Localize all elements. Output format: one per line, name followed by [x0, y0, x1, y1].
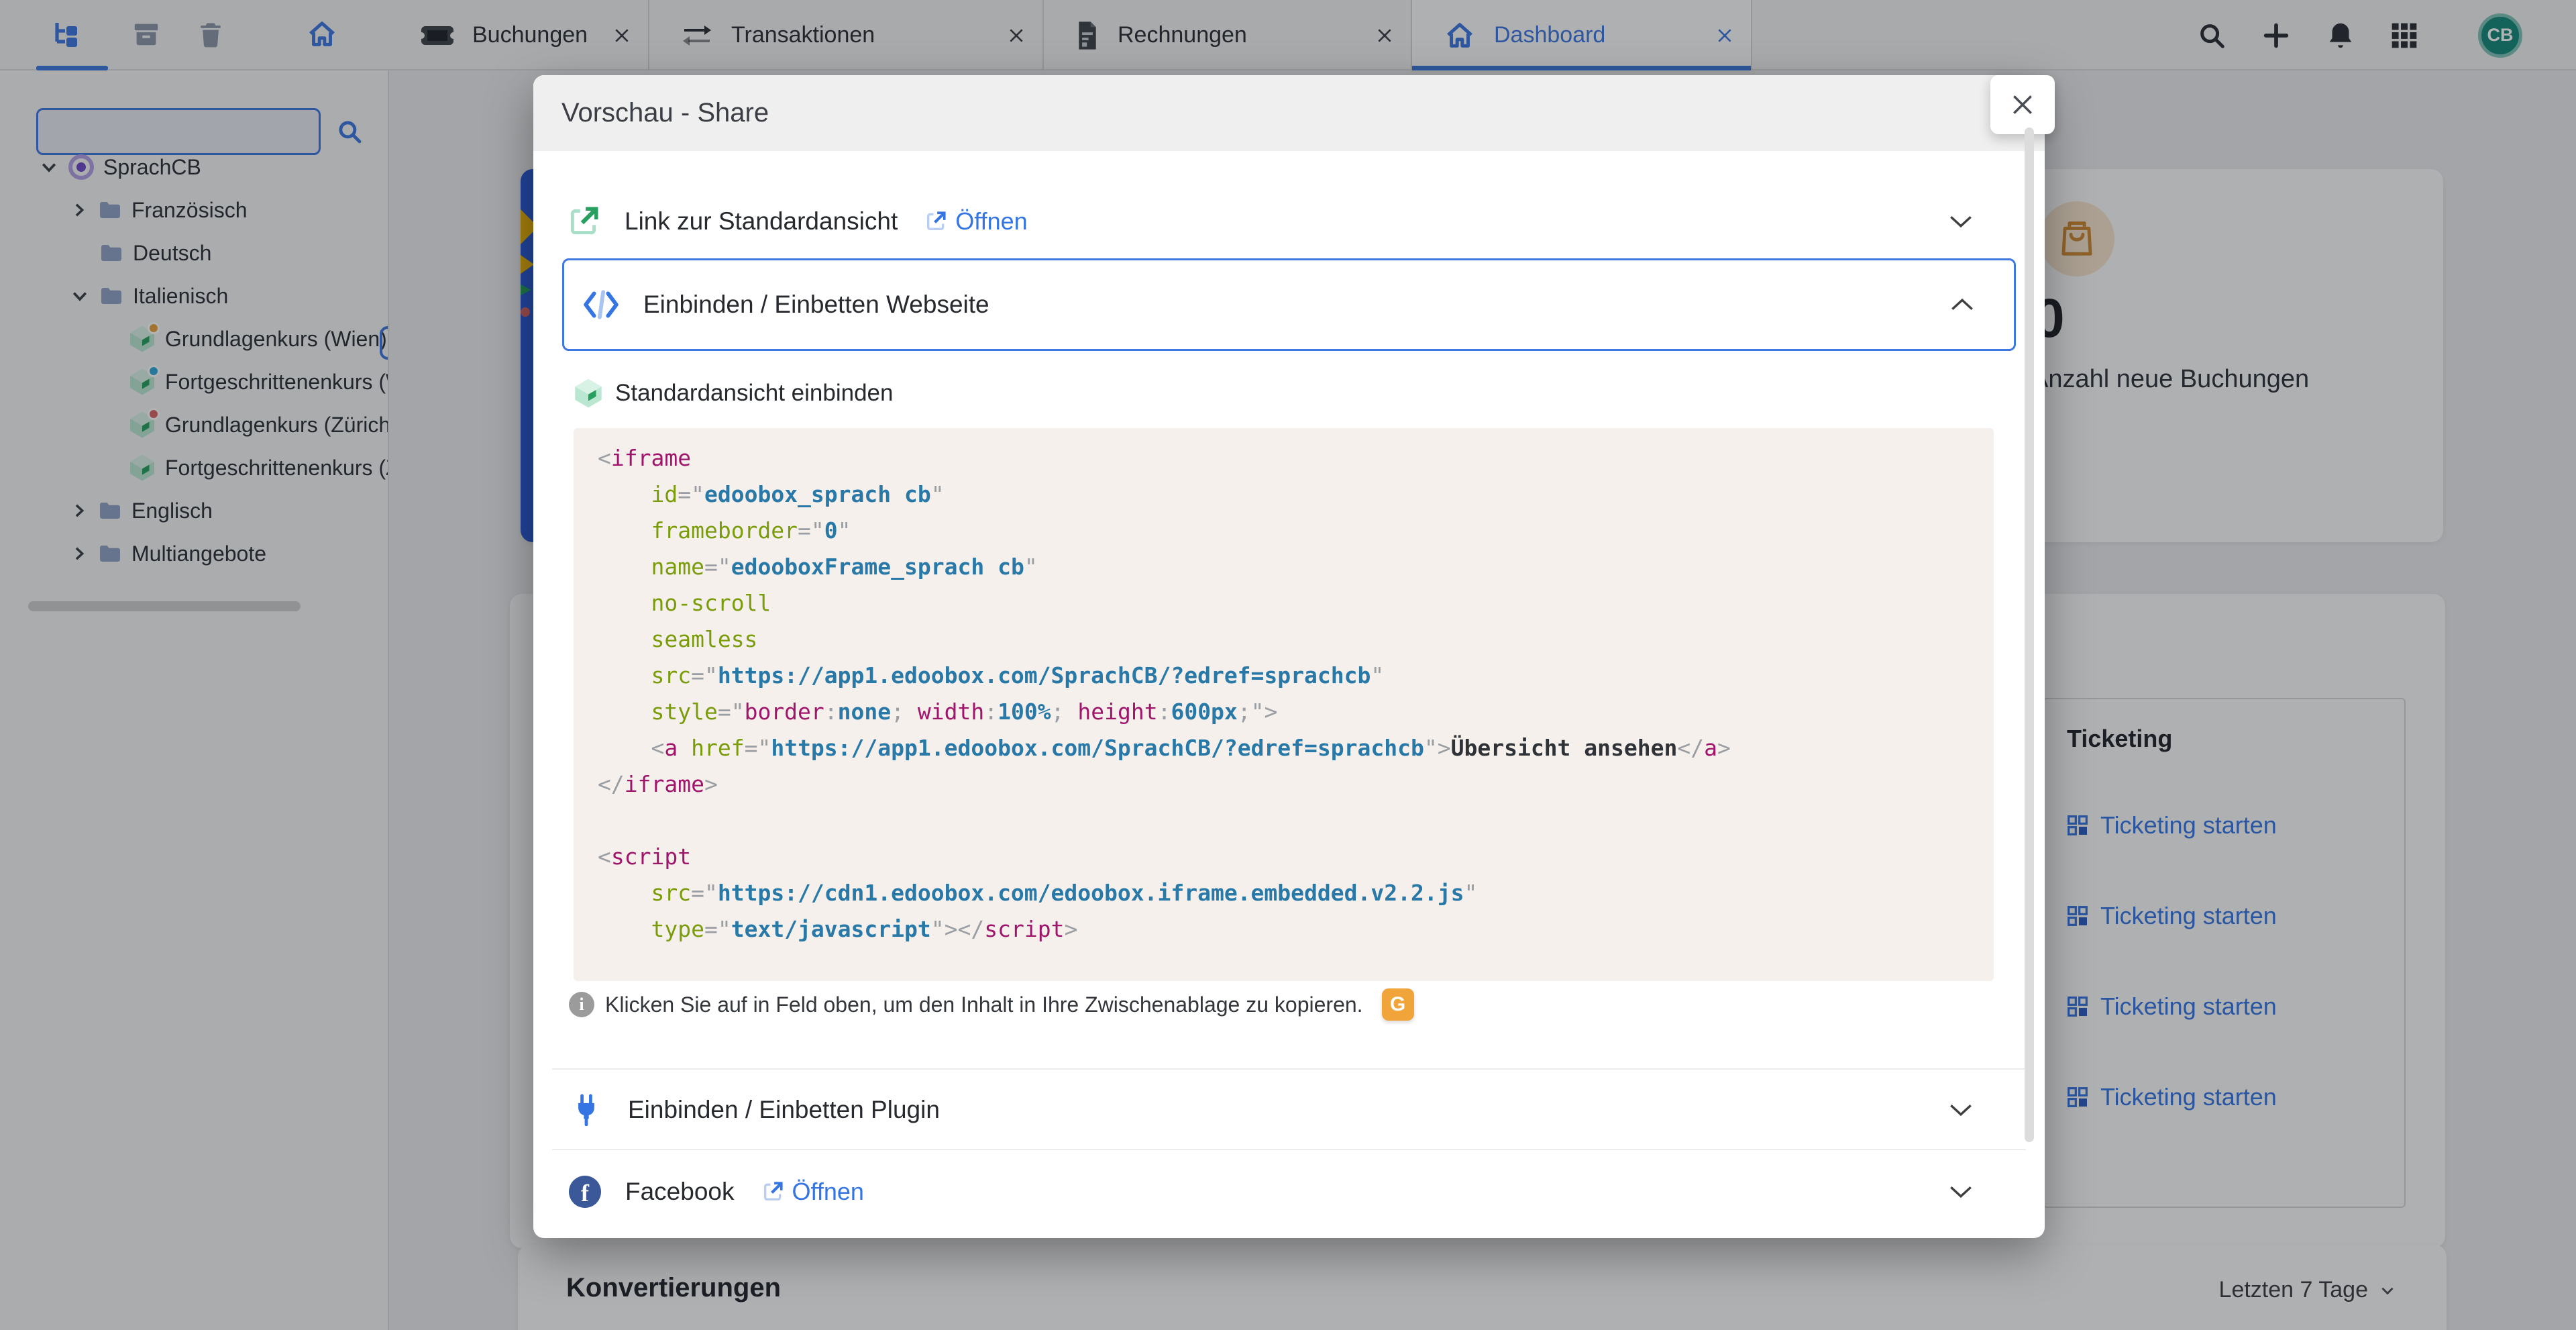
close-icon	[2010, 92, 2035, 117]
section-label: Einbinden / Einbetten Plugin	[628, 1096, 940, 1124]
modal-scrollbar[interactable]	[2025, 127, 2034, 1142]
accordion-einbinden-plugin[interactable]: Einbinden / Einbetten Plugin	[567, 1076, 2016, 1143]
external-link-icon	[567, 205, 600, 238]
accordion-einbinden-webseite[interactable]: Einbinden / Einbetten Webseite	[562, 258, 2016, 351]
open-standard-view-link[interactable]: Öffnen	[924, 207, 1027, 236]
chevron-down-icon	[1949, 1184, 1972, 1199]
open-link-label: Öffnen	[955, 207, 1027, 236]
standardansicht-einbinden-row: Standardansicht einbinden	[574, 376, 893, 411]
info-icon: i	[569, 992, 594, 1017]
section-label: Facebook	[625, 1178, 735, 1206]
embed-code-field[interactable]: <iframe id="edoobox_sprach cb" framebord…	[574, 428, 1994, 981]
modal-header: Vorschau - Share	[533, 75, 2045, 151]
open-facebook-link[interactable]: Öffnen	[761, 1178, 864, 1206]
copy-hint-row: i Klicken Sie auf in Feld oben, um den I…	[569, 986, 1414, 1023]
divider	[552, 1149, 2026, 1150]
copy-hint-text: Klicken Sie auf in Feld oben, um den Inh…	[605, 992, 1363, 1017]
open-link-label: Öffnen	[792, 1178, 864, 1206]
accordion-facebook[interactable]: f Facebook Öffnen	[567, 1158, 2016, 1225]
chevron-up-icon	[1951, 297, 1974, 312]
section-label: Link zur Standardansicht	[625, 207, 898, 236]
section-label: Einbinden / Einbetten Webseite	[643, 291, 989, 319]
chevron-down-icon	[1949, 214, 1972, 229]
chevron-down-icon	[1949, 1103, 1972, 1117]
grammar-badge[interactable]: G	[1382, 988, 1414, 1021]
cube-icon	[574, 378, 603, 409]
external-link-icon	[924, 210, 947, 233]
sub-label: Standardansicht einbinden	[615, 380, 893, 407]
external-link-icon	[761, 1180, 784, 1203]
plugin-icon	[572, 1094, 601, 1126]
modal-title: Vorschau - Share	[561, 75, 769, 151]
modal-close-button[interactable]	[1990, 75, 2055, 134]
facebook-icon: f	[569, 1176, 601, 1208]
code-icon	[583, 289, 619, 320]
divider	[552, 1068, 2026, 1070]
accordion-link-standardansicht[interactable]: Link zur Standardansicht Öffnen	[567, 189, 2016, 253]
share-preview-modal: Vorschau - Share Link zur Standardansich…	[533, 75, 2045, 1238]
